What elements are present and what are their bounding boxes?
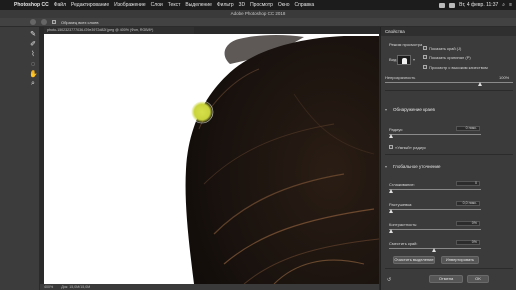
menu-type[interactable]: Текст — [168, 2, 181, 8]
properties-panel: Свойства Режим просмотра Вид: ▾ Показать… — [380, 27, 516, 290]
menu-help[interactable]: Справка — [295, 2, 315, 8]
options-bar: Образец всех слоев — [0, 18, 516, 27]
feather-slider-knob[interactable] — [389, 209, 393, 213]
image-canvas[interactable] — [44, 34, 379, 284]
collapse-chevron-icon[interactable]: ▾ — [385, 107, 387, 112]
transparency-slider-knob[interactable] — [478, 82, 482, 86]
window-title: Adobe Photoshop CC 2018 — [0, 10, 516, 18]
show-edge-label: Показать край (J) — [429, 46, 462, 51]
contrast-label: Контрастность: — [389, 222, 418, 227]
sample-all-layers-checkbox[interactable] — [52, 20, 56, 24]
feather-field[interactable]: 0,0 пикс. — [456, 201, 480, 206]
contrast-field[interactable]: 0% — [456, 221, 480, 226]
brush-icon[interactable]: ⌇ — [29, 51, 37, 59]
menu-view[interactable]: Просмотр — [250, 2, 273, 8]
clock[interactable]: Вт, 4 февр. 11:37 — [459, 2, 498, 8]
brush-options-icon[interactable] — [30, 19, 36, 25]
menu-file[interactable]: Файл — [54, 2, 66, 8]
menu-window[interactable]: Окно — [278, 2, 290, 8]
status-bar: 400% Док: 15,0M/15,0M — [40, 284, 379, 290]
zoom-icon[interactable]: ⌕ — [29, 80, 37, 88]
view-mode-label: Режим просмотра — [389, 42, 423, 47]
global-refinements-title[interactable]: Глобальное уточнение — [393, 164, 441, 169]
divider — [385, 90, 513, 91]
show-original-label: Показать оригинал (P) — [429, 55, 471, 60]
divider — [385, 268, 513, 269]
cancel-button[interactable]: Отмена — [429, 275, 463, 283]
ok-button[interactable]: OK — [467, 275, 489, 283]
radius-field[interactable]: 0 пикс. — [456, 126, 480, 131]
smooth-slider-knob[interactable] — [389, 189, 393, 193]
reset-icon[interactable]: ↺ — [387, 277, 391, 283]
shift-edge-label: Сместить край: — [389, 241, 418, 246]
menu-filter[interactable]: Фильтр — [217, 2, 234, 8]
menu-edit[interactable]: Редактирование — [71, 2, 109, 8]
menu-3d[interactable]: 3D — [239, 2, 245, 8]
search-icon[interactable]: ⌕ — [502, 2, 505, 8]
clear-selection-button[interactable]: Очистить выделение — [393, 256, 435, 264]
menu-app-name[interactable]: Photoshop CC — [14, 2, 49, 8]
transparency-label: Непрозрачность — [385, 75, 416, 80]
refine-edge-brush-icon[interactable]: ✐ — [29, 41, 37, 49]
menu-bar: Photoshop CC Файл Редактирование Изображ… — [0, 0, 516, 10]
transparency-slider-track[interactable] — [385, 82, 513, 83]
menu-list-icon[interactable]: ≡ — [509, 2, 512, 8]
quick-selection-icon[interactable]: ✎ — [29, 31, 37, 39]
high-quality-checkbox[interactable] — [423, 65, 427, 69]
edge-detection-title[interactable]: Обнаружение краев — [393, 107, 435, 112]
contrast-slider-track[interactable] — [389, 229, 481, 230]
divider — [385, 154, 513, 155]
zoom-level[interactable]: 400% — [44, 285, 53, 289]
smooth-field[interactable]: 0 — [456, 181, 480, 186]
doc-size: Док: 15,0M/15,0M — [61, 285, 91, 289]
lasso-icon[interactable]: ◌ — [29, 61, 37, 69]
wifi-icon[interactable] — [439, 2, 446, 8]
contrast-slider-knob[interactable] — [389, 229, 393, 233]
high-quality-label: Просмотр с высоким качеством — [429, 65, 488, 70]
tools-panel: ✎ ✐ ⌇ ◌ ✋ ⌕ — [0, 27, 40, 290]
view-dropdown-chevron-icon[interactable]: ▾ — [413, 57, 415, 62]
document-tab[interactable]: photo-1502323777036-f29e3972d82f.jpeg @ … — [44, 27, 194, 34]
hair-photo — [185, 34, 379, 284]
battery-icon[interactable] — [449, 2, 456, 8]
panel-title: Свойства — [381, 27, 516, 36]
feather-label: Растушевка: — [389, 202, 413, 207]
feather-slider-track[interactable] — [389, 209, 481, 210]
menu-layers[interactable]: Слои — [151, 2, 163, 8]
transparency-value[interactable]: 100% — [499, 75, 509, 80]
radius-slider-knob[interactable] — [389, 134, 393, 138]
brush-size-icon[interactable] — [41, 19, 47, 25]
show-original-checkbox[interactable] — [423, 55, 427, 59]
radius-label: Радиус: — [389, 127, 404, 132]
collapse-chevron-icon[interactable]: ▾ — [385, 164, 387, 169]
smooth-slider-track[interactable] — [389, 189, 481, 190]
sample-all-layers-label: Образец всех слоев — [61, 19, 99, 25]
shift-edge-slider-knob[interactable] — [432, 248, 436, 252]
menu-image[interactable]: Изображение — [114, 2, 146, 8]
menu-select[interactable]: Выделение — [185, 2, 212, 8]
smart-radius-checkbox[interactable] — [389, 145, 393, 149]
smart-radius-label: «Умный» радиус — [395, 145, 426, 150]
view-mode-thumbnail[interactable] — [397, 55, 411, 65]
show-edge-checkbox[interactable] — [423, 46, 427, 50]
hand-icon[interactable]: ✋ — [29, 71, 38, 79]
smooth-label: Сглаживание: — [389, 182, 415, 187]
radius-slider-track[interactable] — [389, 134, 481, 135]
invert-button[interactable]: Инвертировать — [441, 256, 479, 264]
status-icons: Вт, 4 февр. 11:37 ⌕ ≡ — [439, 0, 512, 10]
shift-edge-field[interactable]: 0% — [456, 240, 480, 245]
